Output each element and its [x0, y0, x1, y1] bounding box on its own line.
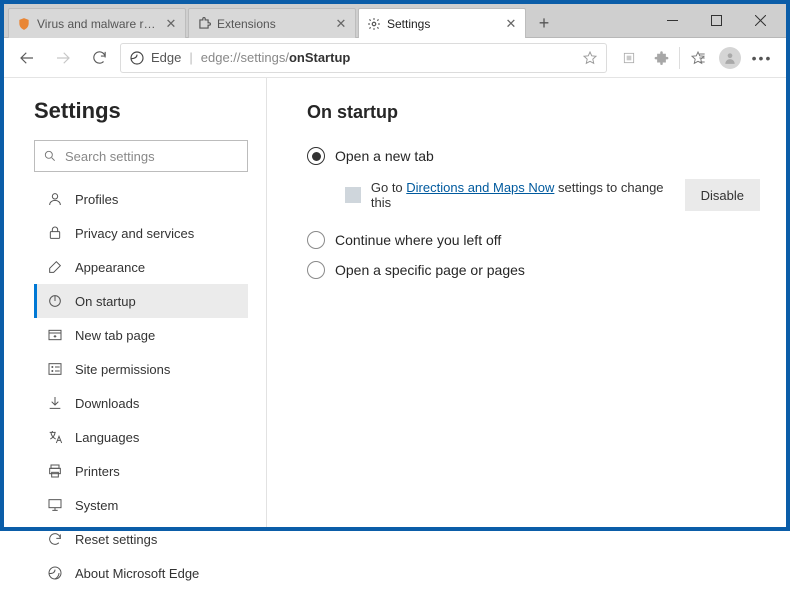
titlebar: Virus and malware removal instr ✕ Extens… [4, 4, 786, 38]
puzzle-icon [197, 17, 211, 31]
search-icon [43, 148, 57, 164]
sidebar-item-label: Privacy and services [75, 226, 194, 241]
sidebar-item-label: New tab page [75, 328, 155, 343]
extension-indicator-icon[interactable] [613, 42, 645, 74]
more-menu-icon[interactable]: ••• [746, 42, 778, 74]
extension-override-row: Go to Directions and Maps Now settings t… [345, 179, 760, 211]
omnibox[interactable]: Edge | edge://settings/onStartup [120, 43, 607, 73]
sidebar-item-label: Languages [75, 430, 139, 445]
url-text: edge://settings/onStartup [201, 50, 351, 65]
new-tab-button[interactable]: + [530, 9, 558, 37]
radio-icon[interactable] [307, 261, 325, 279]
sidebar-item-label: System [75, 498, 118, 513]
sidebar-item-label: Site permissions [75, 362, 170, 377]
sidebar-item-label: Reset settings [75, 532, 157, 547]
sidebar-item-label: Appearance [75, 260, 145, 275]
page-title: On startup [307, 102, 760, 123]
newtab-icon [47, 327, 63, 343]
close-icon[interactable]: ✕ [505, 18, 517, 30]
address-bar: Edge | edge://settings/onStartup ••• [4, 38, 786, 78]
extension-notice-text: Go to Directions and Maps Now settings t… [371, 180, 685, 210]
search-settings[interactable] [34, 140, 248, 172]
reset-icon [47, 531, 63, 547]
close-icon[interactable]: ✕ [335, 18, 347, 30]
startup-option-0[interactable]: Open a new tab [307, 141, 760, 171]
tab-1[interactable]: Extensions ✕ [188, 8, 356, 38]
back-button[interactable] [12, 43, 42, 73]
startup-option-2[interactable]: Open a specific page or pages [307, 255, 760, 285]
site-identity: Edge [129, 50, 181, 66]
window-controls [646, 4, 786, 37]
sidebar-item-reset-settings[interactable]: Reset settings [34, 522, 248, 556]
site-identity-label: Edge [151, 50, 181, 65]
tab-label: Extensions [217, 17, 329, 31]
close-window-button[interactable] [738, 6, 782, 36]
sidebar-item-new-tab-page[interactable]: New tab page [34, 318, 248, 352]
settings-heading: Settings [34, 98, 248, 124]
edge-icon [47, 565, 63, 581]
extension-favicon-icon [345, 187, 361, 203]
option-label: Continue where you left off [335, 232, 501, 248]
edge-icon [129, 50, 145, 66]
favorite-star-icon[interactable] [582, 50, 598, 66]
forward-button[interactable] [48, 43, 78, 73]
person-icon [47, 191, 63, 207]
sidebar-item-appearance[interactable]: Appearance [34, 250, 248, 284]
sidebar-item-label: Profiles [75, 192, 118, 207]
languages-icon [47, 429, 63, 445]
power-icon [47, 293, 63, 309]
sidebar-item-on-startup[interactable]: On startup [34, 284, 248, 318]
extension-settings-link[interactable]: Directions and Maps Now [406, 180, 554, 195]
settings-nav: Profiles Privacy and services Appearance On… [34, 182, 248, 590]
printer-icon [47, 463, 63, 479]
download-icon [47, 395, 63, 411]
content: Settings Profiles Privacy and services App… [4, 78, 786, 527]
close-icon[interactable]: ✕ [165, 18, 177, 30]
tab-label: Settings [387, 17, 499, 31]
sidebar-item-privacy-and-services[interactable]: Privacy and services [34, 216, 248, 250]
option-label: Open a specific page or pages [335, 262, 525, 278]
settings-sidebar: Settings Profiles Privacy and services App… [4, 78, 266, 527]
sidebar-item-site-permissions[interactable]: Site permissions [34, 352, 248, 386]
refresh-button[interactable] [84, 43, 114, 73]
disable-button[interactable]: Disable [685, 179, 760, 211]
permissions-icon [47, 361, 63, 377]
toolbar-divider [679, 47, 680, 69]
tab-label: Virus and malware removal instr [37, 17, 159, 31]
radio-icon[interactable] [307, 147, 325, 165]
paint-icon [47, 259, 63, 275]
toolbar-right: ••• [613, 42, 778, 74]
sidebar-item-label: Downloads [75, 396, 139, 411]
extension-puzzle-icon[interactable] [645, 42, 677, 74]
sidebar-item-about-microsoft-edge[interactable]: About Microsoft Edge [34, 556, 248, 590]
tab-0[interactable]: Virus and malware removal instr ✕ [8, 8, 186, 38]
favorites-list-icon[interactable] [682, 42, 714, 74]
tab-strip: Virus and malware removal instr ✕ Extens… [4, 4, 646, 37]
sidebar-item-profiles[interactable]: Profiles [34, 182, 248, 216]
minimize-button[interactable] [650, 6, 694, 36]
shield-icon [17, 17, 31, 31]
separator: | [189, 50, 192, 65]
sidebar-item-downloads[interactable]: Downloads [34, 386, 248, 420]
tab-2[interactable]: Settings ✕ [358, 8, 526, 38]
sidebar-item-label: Printers [75, 464, 120, 479]
maximize-button[interactable] [694, 6, 738, 36]
option-label: Open a new tab [335, 148, 434, 164]
sidebar-item-languages[interactable]: Languages [34, 420, 248, 454]
sidebar-item-printers[interactable]: Printers [34, 454, 248, 488]
settings-main: On startup Open a new tab Go to Directio… [267, 78, 786, 527]
radio-icon[interactable] [307, 231, 325, 249]
sidebar-item-label: On startup [75, 294, 136, 309]
search-input[interactable] [65, 149, 241, 164]
startup-option-1[interactable]: Continue where you left off [307, 225, 760, 255]
gear-icon [367, 17, 381, 31]
sidebar-item-system[interactable]: System [34, 488, 248, 522]
lock-icon [47, 225, 63, 241]
profile-avatar[interactable] [714, 42, 746, 74]
sidebar-item-label: About Microsoft Edge [75, 566, 199, 581]
system-icon [47, 497, 63, 513]
